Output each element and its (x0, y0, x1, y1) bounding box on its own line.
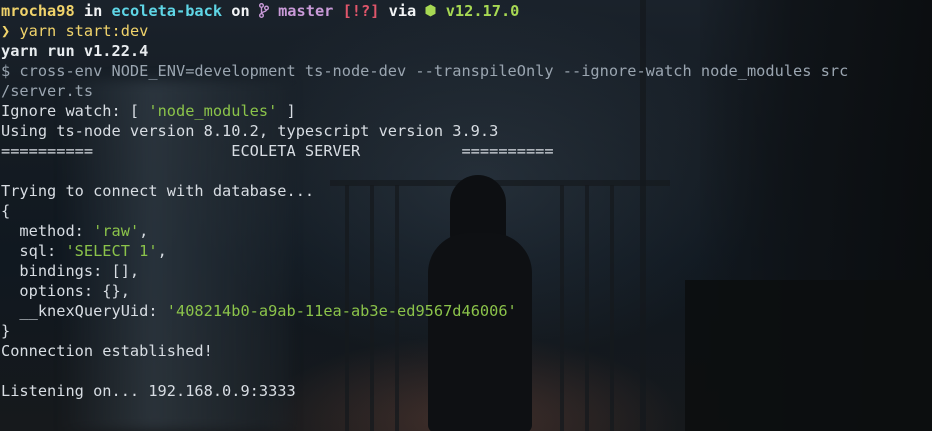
server-banner: ========== ECOLETA SERVER ========== (1, 142, 554, 160)
node-version: v12.17.0 (436, 2, 520, 20)
typed-command: yarn start:dev (10, 22, 149, 40)
git-branch-name: master (268, 2, 334, 20)
nodejs-hexagon-icon (425, 1, 436, 21)
ts-node-version-line: Using ts-node version 8.10.2, typescript… (1, 122, 499, 140)
git-branch-icon (258, 1, 269, 21)
terminal-output[interactable]: mrocha98 in ecoleta-back on master [!?] … (0, 0, 932, 431)
sql-line: sql: 'SELECT 1', (0, 241, 932, 261)
ignore-watch-value: 'node_modules' (148, 102, 278, 120)
prompt-line: mrocha98 in ecoleta-back on master [!?] … (0, 1, 932, 21)
prompt-directory: ecoleta-back (111, 2, 223, 20)
listening-line: Listening on... 192.168.0.9:3333 (1, 382, 296, 400)
prompt-chevron-icon: ❯ (1, 22, 11, 40)
sql-comma: , (157, 242, 167, 260)
prompt-via-text: via (379, 2, 426, 20)
query-uid-value: '408214b0-a9ab-11ea-ab3e-ed9567d46006' (166, 302, 517, 320)
db-connecting-line: Trying to connect with database... (1, 182, 315, 200)
object-close-brace: } (1, 322, 11, 340)
git-status: [!?] (333, 2, 380, 20)
prompt-user: mrocha98 (1, 2, 75, 20)
prompt-in-text: in (74, 2, 112, 20)
options-line: options: {}, (1, 282, 130, 300)
ignore-watch-close: ] (277, 102, 296, 120)
connection-established-line: Connection established! (1, 342, 213, 360)
bindings-line: bindings: [], (1, 262, 140, 280)
query-uid-line: __knexQueryUid: '408214b0-a9ab-11ea-ab3e… (0, 301, 932, 321)
object-open-brace: { (1, 202, 11, 220)
ignore-watch-line: Ignore watch: [ 'node_modules' ] (0, 101, 932, 121)
script-line-2: /server.ts (1, 82, 94, 100)
method-line: method: 'raw', (0, 221, 932, 241)
method-key: method: (1, 222, 94, 240)
yarn-version-line: yarn run v1.22.4 (1, 42, 149, 60)
script-line-1: $ cross-env NODE_ENV=development ts-node… (1, 62, 849, 80)
sql-value: 'SELECT 1' (65, 242, 158, 260)
terminal-window[interactable]: mrocha98 in ecoleta-back on master [!?] … (0, 0, 932, 431)
method-comma: , (139, 222, 149, 240)
prompt-on-text: on (222, 2, 259, 20)
method-value: 'raw' (93, 222, 140, 240)
command-line: ❯ yarn start:dev (0, 21, 932, 41)
sql-key: sql: (1, 242, 66, 260)
query-uid-key: __knexQueryUid: (1, 302, 167, 320)
ignore-watch-label: Ignore watch: [ (1, 102, 149, 120)
